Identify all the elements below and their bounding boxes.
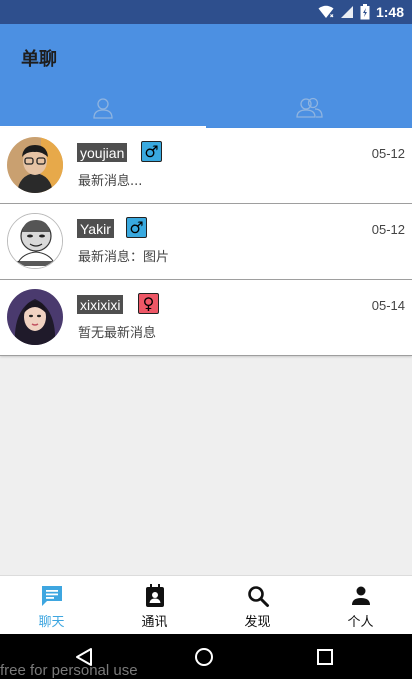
nav-profile[interactable]: 个人: [309, 576, 412, 634]
recent-apps-icon[interactable]: [315, 647, 335, 667]
message-date: 05-12: [371, 222, 405, 237]
home-icon[interactable]: [194, 647, 214, 667]
nav-label: 聊天: [38, 615, 65, 630]
conversation-row[interactable]: youjian ♂ 最新消息... 05-12: [0, 128, 412, 204]
status-time: 1:48: [375, 4, 404, 20]
message-date: 05-12: [371, 146, 405, 161]
battery-icon: [360, 4, 370, 20]
chat-icon: [41, 586, 62, 606]
status-icons: 1:48: [318, 3, 404, 21]
male-icon: ♂: [126, 217, 147, 238]
last-message: 最新消息：图片: [78, 250, 170, 265]
signal-icon: [340, 6, 353, 18]
wifi-icon: [318, 5, 334, 18]
screen: 1:48 单聊 youjian ♂ 最新消息... 05-12 Yakir ♂ …: [0, 0, 412, 679]
watermark: free for personal use: [0, 662, 138, 679]
conversation-row[interactable]: Yakir ♂ 最新消息：图片 05-12: [0, 204, 412, 280]
message-date: 05-14: [371, 298, 405, 313]
person-icon: [351, 586, 370, 605]
avatar: [7, 289, 63, 345]
page-title: 单聊: [21, 49, 57, 70]
female-icon: ♀: [138, 293, 159, 314]
status-bar: 1:48: [0, 0, 412, 24]
nav-label: 个人: [347, 615, 374, 630]
search-icon: [247, 586, 269, 607]
conversation-row[interactable]: xixixixi ♀ 暂无最新消息 05-14: [0, 280, 412, 356]
app-bar: 单聊: [0, 24, 412, 128]
last-message: 最新消息...: [78, 174, 143, 189]
contact-name: xixixixi: [77, 295, 124, 314]
avatar: [7, 213, 63, 269]
single-user-icon: [93, 98, 113, 119]
nav-contacts[interactable]: 通讯: [103, 576, 206, 634]
group-users-icon: [296, 97, 323, 118]
contact-name: Yakir: [77, 219, 114, 238]
nav-label: 发现: [244, 615, 271, 630]
tab-bar: [0, 88, 412, 128]
avatar: [7, 137, 63, 193]
nav-chat[interactable]: 聊天: [0, 576, 103, 634]
bottom-nav: 聊天 通讯 发现 个人: [0, 575, 412, 634]
nav-label: 通讯: [141, 615, 168, 630]
tab-single-chat[interactable]: [0, 88, 206, 128]
contacts-icon: [145, 584, 164, 607]
last-message: 暂无最新消息: [78, 326, 157, 341]
male-icon: ♂: [141, 141, 162, 162]
tab-group-chat[interactable]: [206, 88, 412, 128]
nav-discover[interactable]: 发现: [206, 576, 309, 634]
conversation-list: youjian ♂ 最新消息... 05-12 Yakir ♂ 最新消息：图片 …: [0, 128, 412, 356]
contact-name: youjian: [77, 143, 128, 162]
